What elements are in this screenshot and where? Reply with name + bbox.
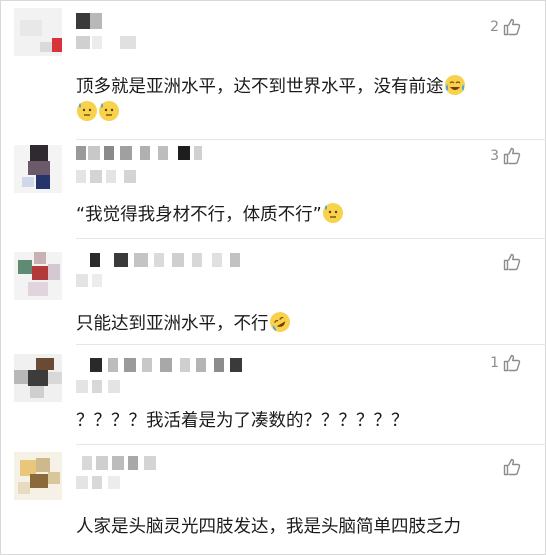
like-button[interactable]: 1 (490, 352, 522, 374)
thumbs-up-icon (503, 458, 521, 476)
blurred-username[interactable] (76, 13, 146, 31)
sweating-face-emoji (77, 101, 97, 121)
blurred-user-meta (76, 380, 136, 396)
comment-text: ？？？？我活着是为了凑数的？？？？？？ (76, 408, 409, 434)
avatar[interactable] (14, 145, 62, 193)
thumbs-up-icon (503, 253, 521, 271)
blurred-username[interactable] (76, 358, 246, 376)
comment-4: 1 ？？？？我活着是为了凑数的？？？？？？ (0, 346, 546, 446)
comment-text-content: ？？？？我活着是为了凑数的？？？？？？ (76, 411, 409, 431)
like-count: 1 (490, 355, 499, 371)
comment-divider (76, 444, 546, 445)
rolling-laugh-emoji (269, 312, 290, 332)
blurred-username[interactable] (76, 456, 196, 474)
like-button[interactable]: 2 (490, 16, 522, 38)
avatar[interactable] (14, 354, 62, 402)
comment-text-content: 只能达到亚洲水平，不行 (76, 314, 269, 334)
comment-emoji-line (76, 100, 120, 126)
blurred-user-meta (76, 476, 136, 492)
comment-text-content: 顶多就是亚洲水平，达不到世界水平，没有前途 (76, 77, 444, 97)
comment-divider (76, 238, 546, 239)
like-button[interactable] (499, 251, 522, 273)
comment-text-content: 人家是头脑灵光四肢发达，我是头脑简单四肢乏力 (76, 517, 461, 537)
blurred-user-meta (76, 170, 156, 186)
comment-divider (76, 344, 546, 345)
crying-laugh-emoji (444, 75, 465, 95)
comment-5: 人家是头脑灵光四肢发达，我是头脑简单四肢乏力 (0, 446, 546, 555)
comment-text: 只能达到亚洲水平，不行 (76, 311, 291, 337)
comment-2: 3 “我觉得我身材不行，体质不行” (0, 140, 546, 240)
blurred-user-meta (76, 36, 156, 52)
blurred-user-meta (76, 274, 116, 290)
comment-3: 只能达到亚洲水平，不行 (0, 240, 546, 346)
avatar[interactable] (14, 252, 62, 300)
avatar[interactable] (14, 8, 62, 56)
sweating-face-emoji (99, 101, 119, 121)
thumbs-up-icon (503, 354, 521, 372)
like-count: 3 (490, 148, 499, 164)
like-button[interactable] (499, 456, 522, 478)
sweating-face-emoji (322, 203, 343, 223)
thumbs-up-icon (503, 147, 521, 165)
avatar[interactable] (14, 452, 62, 500)
thumbs-up-icon (503, 18, 521, 36)
comment-text: 顶多就是亚洲水平，达不到世界水平，没有前途 (76, 74, 466, 100)
blurred-username[interactable] (76, 253, 246, 271)
blurred-username[interactable] (76, 146, 216, 164)
comment-1: 2 顶多就是亚洲水平，达不到世界水平，没有前途 (0, 0, 546, 140)
comment-text: “我觉得我身材不行，体质不行” (76, 202, 344, 228)
comment-text: 人家是头脑灵光四肢发达，我是头脑简单四肢乏力 (76, 514, 461, 540)
like-count: 2 (490, 19, 499, 35)
comment-text-content: “我觉得我身材不行，体质不行” (76, 205, 322, 225)
like-button[interactable]: 3 (490, 145, 522, 167)
